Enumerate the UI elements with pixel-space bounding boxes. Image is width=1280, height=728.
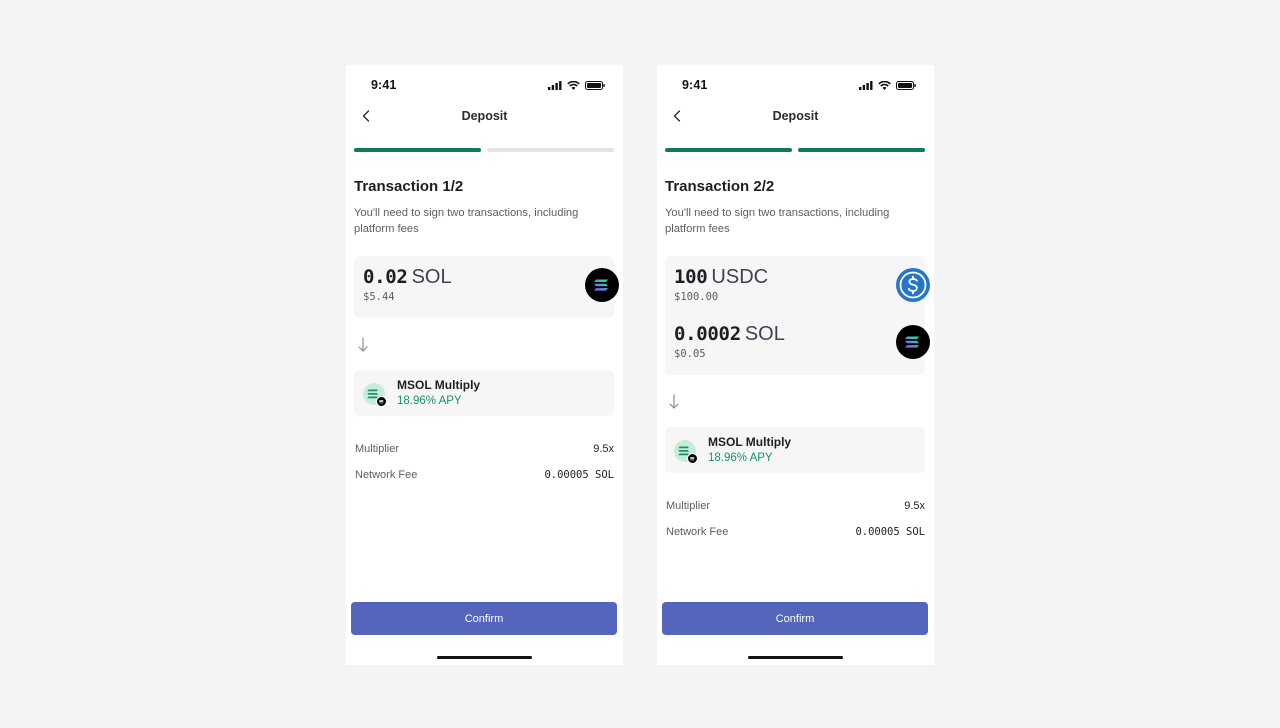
step-progress: [665, 148, 926, 152]
battery-icon: [896, 80, 916, 90]
detail-label: Network Fee: [355, 469, 418, 481]
detail-value: 9.5x: [904, 500, 925, 512]
detail-label: Multiplier: [666, 500, 711, 512]
arrow-down-icon: [356, 336, 370, 354]
vault-name: MSOL Multiply: [397, 378, 481, 392]
step-progress: [354, 148, 615, 152]
transaction-heading: Transaction 2/2: [665, 178, 775, 195]
token-card: 0.02 SOL $5.44: [354, 256, 619, 318]
token-amount: 100: [674, 266, 708, 288]
solana-logo-icon: [585, 268, 619, 302]
progress-step-2: [487, 148, 614, 152]
token-amount: 0.0002: [674, 323, 741, 345]
token-item-usdc: 100 USDC $100.00: [674, 265, 930, 309]
arrow-down-icon: [667, 393, 681, 411]
home-indicator[interactable]: [748, 656, 843, 659]
detail-label: Network Fee: [666, 526, 729, 538]
vault-name: MSOL Multiply: [708, 435, 792, 449]
progress-step-1: [354, 148, 481, 152]
detail-row-multiplier: Multiplier 9.5x: [355, 443, 614, 459]
status-time: 9:41: [682, 78, 708, 92]
msol-vault-icon: [363, 383, 387, 407]
status-time: 9:41: [371, 78, 397, 92]
signal-icon: [859, 80, 873, 90]
token-symbol: SOL: [744, 323, 785, 345]
vault-apy: 18.96% APY: [708, 452, 773, 464]
transaction-subtext: You'll need to sign two transactions, in…: [354, 207, 579, 235]
detail-value: 0.00005 SOL: [855, 526, 925, 538]
token-usd-value: $0.05: [674, 348, 706, 360]
home-indicator[interactable]: [437, 656, 532, 659]
battery-icon: [585, 80, 605, 90]
wifi-icon: [567, 80, 580, 90]
detail-value: 0.00005 SOL: [544, 469, 614, 481]
nav-header: Deposit: [346, 105, 623, 129]
msol-vault-icon: [674, 440, 698, 464]
token-symbol: SOL: [411, 266, 452, 288]
detail-label: Multiplier: [355, 443, 400, 455]
transaction-subtext: You'll need to sign two transactions, in…: [665, 207, 890, 235]
confirm-button[interactable]: Confirm: [662, 602, 928, 635]
signal-icon: [548, 80, 562, 90]
deposit-screen-step-2: 9:41 Deposit Transaction 2/2 You'll need…: [657, 65, 934, 665]
status-bar: 9:41: [657, 65, 934, 105]
status-bar: 9:41: [346, 65, 623, 105]
page-title: Deposit: [461, 109, 508, 123]
detail-row-network-fee: Network Fee 0.00005 SOL: [355, 469, 614, 485]
solana-logo-icon: [896, 325, 930, 359]
nav-header: Deposit: [657, 105, 934, 129]
detail-value: 9.5x: [593, 443, 614, 455]
usdc-logo-icon: [896, 268, 930, 302]
deposit-screen-step-1: 9:41 Deposit Transaction 1/2 You'll need…: [346, 65, 623, 665]
detail-row-multiplier: Multiplier 9.5x: [666, 500, 925, 516]
progress-step-2: [798, 148, 925, 152]
token-item-sol: 0.0002 SOL $0.05: [674, 322, 930, 366]
token-symbol: USDC: [711, 266, 769, 288]
page-title: Deposit: [772, 109, 819, 123]
token-card: 100 USDC $100.00 0.0002 SOL $0.05: [665, 256, 930, 375]
confirm-button[interactable]: Confirm: [351, 602, 617, 635]
token-usd-value: $5.44: [363, 291, 395, 303]
token-item-sol: 0.02 SOL $5.44: [363, 265, 619, 309]
vault-apy: 18.96% APY: [397, 395, 462, 407]
vault-card: MSOL Multiply 18.96% APY: [354, 370, 614, 416]
token-usd-value: $100.00: [674, 291, 719, 303]
wifi-icon: [878, 80, 891, 90]
detail-row-network-fee: Network Fee 0.00005 SOL: [666, 526, 925, 542]
progress-step-1: [665, 148, 792, 152]
vault-card: MSOL Multiply 18.96% APY: [665, 427, 925, 473]
token-amount: 0.02: [363, 266, 408, 288]
transaction-heading: Transaction 1/2: [354, 178, 464, 195]
